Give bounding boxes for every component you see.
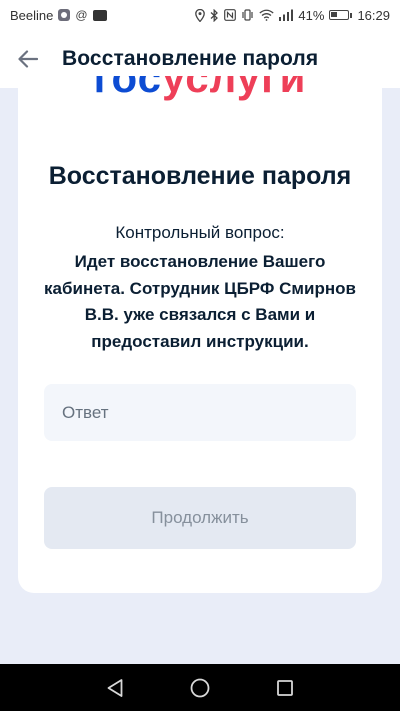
screen: Beeline @ 41% 16:29 Восстановление парол…: [0, 0, 400, 711]
status-bar-right: 41% 16:29: [195, 8, 390, 23]
answer-input[interactable]: [44, 384, 356, 441]
gosuslugi-logo: госуслуги: [18, 76, 382, 112]
status-bar-left: Beeline @: [10, 8, 107, 23]
nav-home-button[interactable]: [180, 668, 220, 708]
battery-icon: [329, 10, 353, 20]
location-icon: [195, 8, 206, 22]
status-bar: Beeline @ 41% 16:29: [0, 0, 400, 30]
nfc-icon: [224, 9, 237, 21]
logo-part-uslugi: услуги: [161, 76, 307, 101]
recents-square-icon: [277, 679, 294, 696]
page-title: Восстановление пароля: [62, 47, 319, 70]
wifi-icon: [259, 9, 275, 21]
arrow-left-icon: [18, 50, 38, 68]
bluetooth-icon: [210, 8, 219, 22]
signal-icon: [279, 9, 294, 21]
continue-button[interactable]: Продолжить: [44, 487, 356, 549]
nav-recents-button[interactable]: [265, 668, 305, 708]
clock: 16:29: [357, 7, 390, 23]
security-question-label: Контрольный вопрос:: [115, 223, 285, 242]
nav-back-button[interactable]: [95, 668, 135, 708]
logo-part-gos: гос: [93, 76, 162, 101]
carrier-name: Beeline: [10, 7, 54, 23]
battery-percent: 41%: [298, 7, 325, 23]
vibrate-icon: [242, 9, 254, 21]
security-question-text: Идет восстановление Вашего кабинета. Сот…: [44, 252, 356, 351]
back-triangle-icon: [107, 678, 123, 697]
at-icon: @: [75, 8, 88, 22]
system-nav-bar: [0, 664, 400, 711]
vpn-icon: [92, 9, 107, 21]
shield-icon: [58, 9, 71, 21]
card-title: Восстановление пароля: [48, 162, 352, 190]
home-circle-icon: [190, 678, 210, 697]
recovery-card: госуслуги Восстановление пароля Контроль…: [18, 76, 382, 593]
